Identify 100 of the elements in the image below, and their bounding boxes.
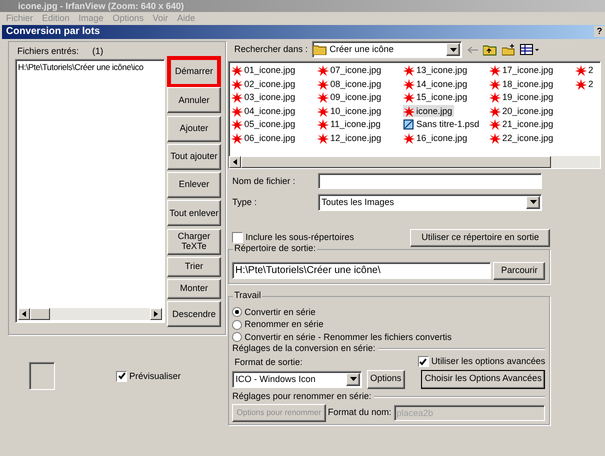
filename-field[interactable] xyxy=(318,173,542,189)
splat-icon xyxy=(231,132,244,144)
radio-label: Convertir en série - Renommer les fichiers convertis xyxy=(244,332,452,342)
advanced-options-button[interactable]: Choisir les Options Avancées xyxy=(421,370,546,389)
type-combo[interactable]: Toutes les Images xyxy=(318,194,542,210)
file-item[interactable]: 16_icone.jpg xyxy=(403,132,470,144)
file-item[interactable]: 03_icone.jpg xyxy=(231,92,298,104)
file-item[interactable]: 06_icone.jpg xyxy=(231,132,298,144)
action-button[interactable]: Annuler xyxy=(167,87,221,114)
scroll-thumb[interactable] xyxy=(30,308,50,320)
file-item[interactable]: 22_icone.jpg xyxy=(489,132,556,144)
file-item[interactable]: Sans titre-1.psd xyxy=(403,118,482,130)
folder-icon xyxy=(313,44,328,56)
preview-box xyxy=(29,362,55,390)
file-item[interactable]: 13_icone.jpg xyxy=(403,64,470,76)
scroll-left-button[interactable] xyxy=(18,308,30,320)
app-window-title: icone.jpg - IrfanView (Zoom: 640 x 640) xyxy=(18,1,184,11)
scroll-right-button[interactable] xyxy=(150,308,162,320)
radio-button[interactable] xyxy=(232,307,242,317)
options-button[interactable]: Options xyxy=(366,370,405,389)
action-button[interactable]: Tout ajouter xyxy=(167,144,221,170)
action-button[interactable]: Ajouter xyxy=(167,116,221,142)
action-button[interactable]: Enlever xyxy=(167,172,221,198)
input-file-list[interactable]: H:\Pte\Tutoriels\Créer une icône\ico xyxy=(15,59,165,324)
filename-label: Nom de fichier : xyxy=(232,176,296,186)
output-folder-field[interactable]: H:\Pte\Tutoriels\Créer une icône\ xyxy=(232,262,492,280)
document-icon xyxy=(403,119,416,130)
back-arrow-icon xyxy=(466,44,479,55)
dropdown-button[interactable] xyxy=(346,372,360,386)
folder-combo[interactable]: Créer une icône xyxy=(312,41,462,58)
file-item[interactable]: 21_icone.jpg xyxy=(489,118,556,130)
action-button[interactable]: Monter xyxy=(167,279,221,300)
advanced-options-checkbox[interactable] xyxy=(418,356,429,368)
file-item[interactable]: 2 xyxy=(575,78,596,90)
radio-button[interactable] xyxy=(232,320,242,330)
file-item[interactable]: 04_icone.jpg xyxy=(231,105,298,117)
file-item[interactable]: 08_icone.jpg xyxy=(317,78,384,90)
dropdown-button[interactable] xyxy=(526,196,540,208)
caret-icon xyxy=(350,377,357,382)
file-item[interactable]: 10_icone.jpg xyxy=(317,105,384,117)
file-item[interactable]: 11_icone.jpg xyxy=(317,118,383,130)
file-item[interactable]: 17_icone.jpg xyxy=(489,64,556,76)
work-label: Travail xyxy=(233,290,262,301)
action-button[interactable]: Trier xyxy=(167,256,221,277)
file-item[interactable]: 12_icone.jpg xyxy=(317,132,384,144)
file-item[interactable]: 09_icone.jpg xyxy=(317,92,384,104)
file-item[interactable]: 05_icone.jpg xyxy=(231,118,298,130)
input-file-item[interactable]: H:\Pte\Tutoriels\Créer une icône\ico xyxy=(18,62,144,74)
format-value: ICO - Windows Icon xyxy=(236,374,316,384)
look-in-label: Rechercher dans : xyxy=(234,44,308,56)
output-folder-label: Répertoire de sortie: xyxy=(233,242,317,254)
splat-icon xyxy=(231,65,244,76)
file-item[interactable]: 14_icone.jpg xyxy=(403,78,470,90)
rename-settings-label: Réglages pour renommer en série: xyxy=(232,390,372,402)
scroll-left-button[interactable] xyxy=(229,156,242,168)
radio-label: Renommer en série xyxy=(244,319,324,330)
folder-name: Créer une icône xyxy=(330,44,394,56)
splat-icon xyxy=(575,65,588,76)
splat-icon xyxy=(403,132,416,144)
splat-icon xyxy=(317,78,330,90)
action-button[interactable]: Tout enlever xyxy=(167,200,221,226)
action-button[interactable]: Démarrer xyxy=(167,56,221,88)
file-item[interactable]: 02_icone.jpg xyxy=(231,78,298,90)
file-item[interactable]: 15_icone.jpg xyxy=(403,92,470,104)
file-list[interactable] xyxy=(228,60,602,168)
file-item[interactable]: 07_icone.jpg xyxy=(317,64,384,76)
file-item[interactable]: 18_icone.jpg xyxy=(489,78,556,90)
up-folder-icon xyxy=(483,44,498,56)
preview-checkbox[interactable] xyxy=(116,370,127,382)
file-item[interactable]: 20_icone.jpg xyxy=(489,105,556,117)
splat-icon xyxy=(317,65,330,76)
splat-icon xyxy=(403,78,416,90)
action-button[interactable]: Descendre xyxy=(167,301,221,328)
output-format-label: Format de sortie: xyxy=(234,356,304,368)
help-button[interactable]: ? xyxy=(594,26,605,37)
splat-icon xyxy=(489,65,502,76)
subfolders-label: Inclure les sous-répertoires xyxy=(246,232,354,243)
splat-icon xyxy=(317,132,330,144)
file-item[interactable]: 01_icone.jpg xyxy=(231,64,298,76)
use-folder-button[interactable]: Utiliser ce répertoire en sortie xyxy=(410,228,550,246)
subfolders-checkbox[interactable] xyxy=(232,232,244,243)
splat-icon xyxy=(489,132,502,144)
splat-icon xyxy=(403,106,416,116)
advanced-options-label: Utiliser les options avancées xyxy=(431,356,546,368)
file-item[interactable]: 19_icone.jpg xyxy=(489,92,556,104)
file-item[interactable]: icone.jpg xyxy=(403,105,454,117)
left-arrow-icon xyxy=(22,311,26,318)
splat-icon xyxy=(231,78,244,90)
dropdown-button[interactable] xyxy=(446,43,460,56)
format-combo[interactable]: ICO - Windows Icon xyxy=(232,370,362,388)
scroll-thumb[interactable] xyxy=(241,156,552,168)
type-value: Toutes les Images xyxy=(322,196,394,208)
browse-button[interactable]: Parcourir xyxy=(493,262,546,280)
radio-button[interactable] xyxy=(232,332,242,342)
name-format-label: Format du nom: xyxy=(328,407,392,418)
file-item[interactable]: 2 xyxy=(575,64,596,76)
action-button[interactable]: Charger TeXTe xyxy=(167,228,221,255)
splat-icon xyxy=(489,106,502,116)
splat-icon xyxy=(231,106,244,116)
splat-icon xyxy=(575,78,588,90)
